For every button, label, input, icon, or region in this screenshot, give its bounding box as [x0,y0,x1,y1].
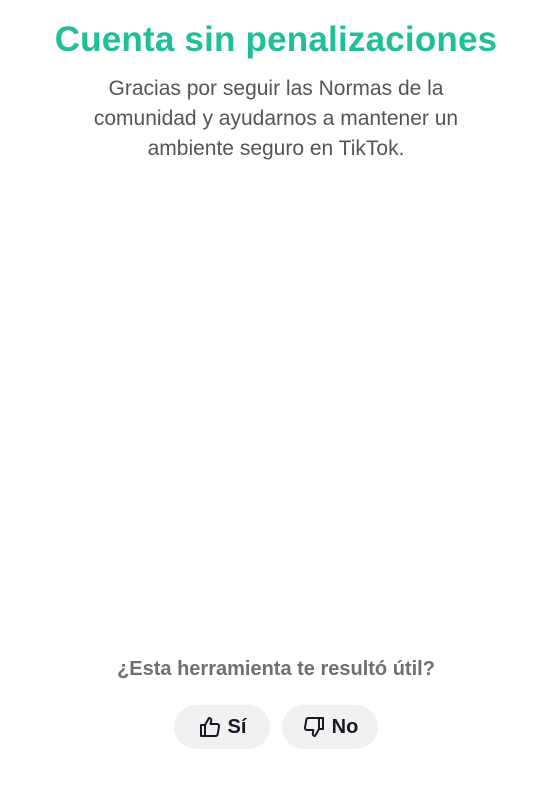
feedback-question: ¿Esta herramienta te resultó útil? [117,658,435,680]
yes-button-label: Sí [227,715,247,738]
page-title: Cuenta sin penalizaciones [54,20,498,59]
no-button-label: No [331,715,359,738]
thumbs-up-icon [198,715,222,739]
no-button[interactable]: No [282,705,378,749]
yes-button[interactable]: Sí [174,705,270,749]
thumbs-down-icon [302,715,326,739]
status-description: Gracias por seguir las Normas de la comu… [93,77,459,160]
